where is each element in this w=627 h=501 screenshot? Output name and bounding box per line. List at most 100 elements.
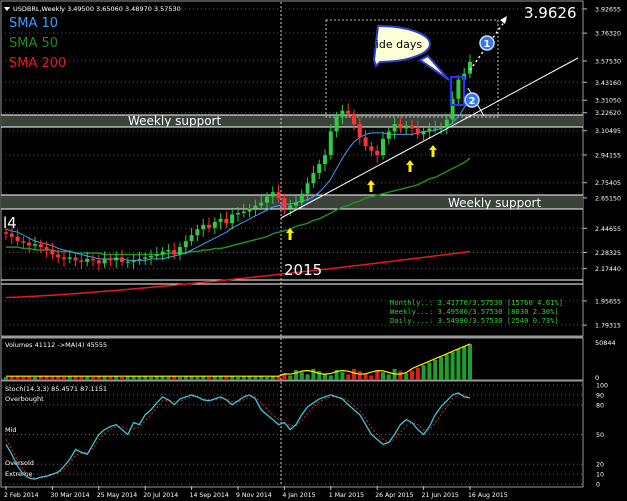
candle-body <box>160 251 165 255</box>
trading-chart[interactable]: Two inside days 1 2 3.9626 Weekly suppor… <box>0 0 627 501</box>
volume-bar <box>236 376 240 380</box>
candle-body <box>125 261 130 263</box>
candle-body <box>433 128 438 130</box>
volume-bar <box>352 368 356 380</box>
price-tick-label: 3.10495 <box>595 128 621 135</box>
time-axis-label: 25 May 2014 <box>97 492 137 499</box>
candle-body <box>143 257 148 259</box>
candle-body <box>62 257 66 259</box>
volume-bar <box>50 376 55 380</box>
volume-bar <box>195 376 200 380</box>
candle-body <box>259 202 264 206</box>
candle-body <box>236 212 240 215</box>
candle-body <box>149 255 153 258</box>
candle-body <box>427 128 432 132</box>
candle-body <box>299 193 304 203</box>
stochastic-panel[interactable] <box>0 380 584 488</box>
candle-body <box>73 257 78 261</box>
stoch-axis-label: 100 <box>596 383 608 390</box>
volume-bar <box>299 372 304 380</box>
time-axis[interactable]: 2 Feb 2014 30 Mar 2014 25 May 2014 20 Jul 2… <box>4 486 508 499</box>
volume-bar <box>224 376 229 380</box>
candle-body <box>120 257 124 262</box>
price-tick-label: 3.31050 <box>595 98 621 105</box>
candle-body <box>328 131 333 156</box>
time-axis-label: 21 Jun 2015 <box>422 492 459 499</box>
volume-bar <box>462 346 467 380</box>
info-box: Monthly..: 3.41770/3.57530 [15760 4.61%]… <box>390 298 563 325</box>
volume-bar <box>21 376 26 380</box>
time-axis-label: 1 Mar 2015 <box>329 492 364 499</box>
volume-bar <box>241 376 246 380</box>
volume-bar <box>96 376 101 380</box>
sma-10-label: SMA 10 <box>9 16 58 31</box>
candle-body <box>404 125 409 129</box>
volume-bar <box>444 354 449 380</box>
candle-body <box>91 258 95 261</box>
candle-body <box>410 125 414 129</box>
symbol-line: USDBRL,Weekly 3.49500 3.65060 3.48970 3.… <box>13 5 181 13</box>
candle-body <box>421 131 426 135</box>
weekly-support-band-top <box>1 115 583 127</box>
price-tick-label: 2.94155 <box>595 152 621 159</box>
candle-body <box>241 211 246 213</box>
candle-body <box>4 232 8 234</box>
candle-body <box>230 214 235 224</box>
candle-body <box>415 128 420 135</box>
volume-bar <box>67 376 72 380</box>
candle-body <box>96 260 101 264</box>
price-tick-label: 3.57530 <box>595 58 621 65</box>
candle-body <box>172 250 177 255</box>
candle-body <box>375 150 380 156</box>
volume-bar <box>4 376 8 380</box>
volume-bar <box>357 371 362 380</box>
candle-body <box>131 260 136 262</box>
marker-2-label: 2 <box>469 96 476 107</box>
candle-body <box>38 244 43 248</box>
left-fragment-label: l4 <box>3 214 17 232</box>
volume-bar <box>381 372 385 380</box>
candle-body <box>357 124 362 138</box>
price-tick-label: 2.75405 <box>595 180 621 187</box>
candle-body <box>456 79 461 99</box>
main-panel[interactable] <box>0 0 584 337</box>
candle-body <box>381 138 385 156</box>
candle-body <box>224 218 229 224</box>
volume-bar <box>178 376 182 380</box>
weekly-support-label-top: Weekly support <box>128 114 221 128</box>
candle-body <box>56 254 61 258</box>
candle-body <box>79 260 84 262</box>
volume-bar <box>311 368 316 380</box>
candle-body <box>392 124 397 132</box>
candle-body <box>9 233 14 237</box>
volume-bar <box>369 375 374 380</box>
price-axis[interactable]: 3.92655 3.76320 3.57530 3.43160 3.31050 3.226… <box>583 6 621 330</box>
year-2015-label: 2015 <box>284 261 322 279</box>
candle-body <box>334 116 339 132</box>
candle-body <box>270 192 275 197</box>
candle-body <box>102 258 107 264</box>
price-tick-label: 2.28325 <box>595 250 621 257</box>
price-tick-label: 3.76320 <box>595 31 621 38</box>
volume-bar <box>398 371 403 380</box>
candle-body <box>363 137 368 147</box>
candle-body <box>468 61 472 74</box>
volume-bar <box>9 376 14 380</box>
price-tick-label: 3.22620 <box>595 110 621 117</box>
time-axis-label: 30 Mar 2014 <box>50 492 89 499</box>
stoch-axis[interactable]: 10090805020100 <box>596 383 608 489</box>
candle-body <box>253 205 258 209</box>
stoch-axis-label: 20 <box>596 462 604 469</box>
candle-body <box>386 131 391 139</box>
candle-body <box>265 196 269 203</box>
candle-body <box>108 258 113 261</box>
candle-body <box>218 218 223 222</box>
volume-bar <box>456 349 461 380</box>
stoch-oversold-label: Oversold <box>5 459 34 467</box>
volume-bar <box>340 372 345 380</box>
volume-bar <box>421 365 426 380</box>
volume-bar <box>439 357 443 380</box>
volume-bar <box>386 374 391 380</box>
marker-1-label: 1 <box>484 39 491 50</box>
stoch-label: Stoch(14,3,3) 85.4571 87.1151 <box>5 385 107 393</box>
